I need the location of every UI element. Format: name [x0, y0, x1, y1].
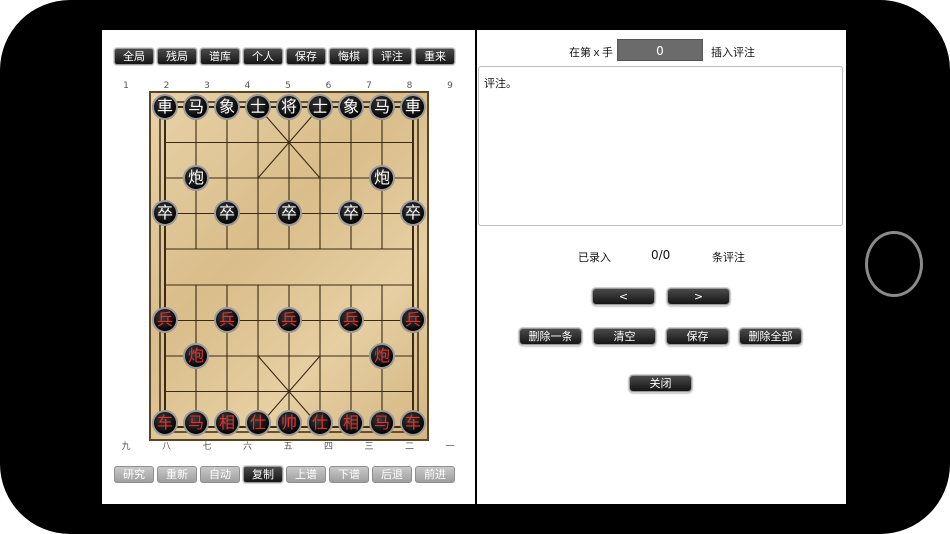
- restart-button[interactable]: 重来: [415, 48, 455, 65]
- red-elephant-piece[interactable]: 相: [338, 410, 364, 436]
- copy-button[interactable]: 复制: [243, 466, 283, 483]
- black-elephant-piece[interactable]: 象: [214, 94, 240, 120]
- red-advisor-piece[interactable]: 仕: [307, 410, 333, 436]
- red-elephant-piece[interactable]: 相: [214, 410, 240, 436]
- black-advisor-piece[interactable]: 士: [307, 94, 333, 120]
- close-button[interactable]: 关闭: [629, 375, 692, 392]
- clear-button[interactable]: 清空: [593, 328, 656, 345]
- device-frame: 全局 残局 谱库 个人 保存 悔棋 评注 重来 1 2 3 4 5 6 7 8 …: [0, 0, 950, 534]
- endgame-button[interactable]: 残局: [157, 48, 197, 65]
- red-chariot-piece[interactable]: 车: [152, 410, 178, 436]
- delete-all-button[interactable]: 删除全部: [739, 328, 802, 345]
- black-elephant-piece[interactable]: 象: [338, 94, 364, 120]
- black-soldier-piece[interactable]: 卒: [276, 200, 302, 226]
- black-soldier-piece[interactable]: 卒: [152, 200, 178, 226]
- red-soldier-piece[interactable]: 兵: [152, 307, 178, 333]
- red-cannon-piece[interactable]: 炮: [183, 343, 209, 369]
- annotate-button[interactable]: 评注: [372, 48, 412, 65]
- red-chariot-piece[interactable]: 车: [400, 410, 426, 436]
- file-label: 九: [121, 442, 131, 452]
- save-game-button[interactable]: 保存: [286, 48, 326, 65]
- study-button[interactable]: 研究: [114, 466, 154, 483]
- recorded-label: 已录入: [578, 251, 611, 264]
- file-label: 1: [123, 81, 129, 91]
- save-comment-button[interactable]: 保存: [666, 328, 729, 345]
- file-label: 六: [242, 442, 252, 452]
- insert-comment-label: 插入评注: [711, 46, 755, 59]
- bottom-toolbar: 研究 重新 自动 复制 上谱 下谱 后退 前进: [114, 466, 455, 483]
- black-horse-piece[interactable]: 马: [369, 94, 395, 120]
- file-label: 9: [447, 81, 453, 91]
- step-forward-button[interactable]: 前进: [415, 466, 455, 483]
- red-horse-piece[interactable]: 马: [369, 410, 395, 436]
- app-screen: 全局 残局 谱库 个人 保存 悔棋 评注 重来 1 2 3 4 5 6 7 8 …: [102, 30, 846, 504]
- red-soldier-piece[interactable]: 兵: [276, 307, 302, 333]
- board-grid: [159, 101, 419, 433]
- move-prefix-label: 在第ｘ手: [569, 46, 613, 59]
- red-soldier-piece[interactable]: 兵: [214, 307, 240, 333]
- file-label: 二: [404, 442, 414, 452]
- previous-comment-button[interactable]: <: [592, 288, 655, 305]
- black-chariot-piece[interactable]: 車: [400, 94, 426, 120]
- top-toolbar: 全局 残局 谱库 个人 保存 悔棋 评注 重来: [114, 48, 455, 65]
- black-soldier-piece[interactable]: 卒: [214, 200, 240, 226]
- black-soldier-piece[interactable]: 卒: [400, 200, 426, 226]
- red-cannon-piece[interactable]: 炮: [369, 343, 395, 369]
- home-button[interactable]: [865, 231, 923, 297]
- red-soldier-piece[interactable]: 兵: [400, 307, 426, 333]
- red-horse-piece[interactable]: 马: [183, 410, 209, 436]
- auto-play-button[interactable]: 自动: [200, 466, 240, 483]
- file-label: 四: [323, 442, 333, 452]
- file-label: 七: [202, 442, 212, 452]
- next-game-button[interactable]: 下谱: [329, 466, 369, 483]
- file-label: 三: [364, 442, 374, 452]
- personal-button[interactable]: 个人: [243, 48, 283, 65]
- red-general-piece[interactable]: 帅: [276, 410, 302, 436]
- black-cannon-piece[interactable]: 炮: [183, 165, 209, 191]
- red-advisor-piece[interactable]: 仕: [245, 410, 271, 436]
- red-soldier-piece[interactable]: 兵: [338, 307, 364, 333]
- black-advisor-piece[interactable]: 士: [245, 94, 271, 120]
- delete-one-button[interactable]: 删除一条: [519, 328, 582, 345]
- library-button[interactable]: 谱库: [200, 48, 240, 65]
- file-label: 五: [283, 442, 293, 452]
- previous-game-button[interactable]: 上谱: [286, 466, 326, 483]
- xiangqi-board[interactable]: 車 马 象 士 将 士 象 马 車 炮 炮 卒 卒 卒 卒 卒 兵 兵 兵 兵 …: [149, 91, 429, 441]
- move-number-field[interactable]: 0: [617, 39, 703, 61]
- file-label: 一: [445, 442, 455, 452]
- black-cannon-piece[interactable]: 炮: [369, 165, 395, 191]
- step-back-button[interactable]: 后退: [372, 466, 412, 483]
- comment-count: 0/0: [651, 248, 671, 262]
- black-general-piece[interactable]: 将: [276, 94, 302, 120]
- reset-button[interactable]: 重新: [157, 466, 197, 483]
- panel-divider: [475, 30, 477, 504]
- undo-move-button[interactable]: 悔棋: [329, 48, 369, 65]
- black-horse-piece[interactable]: 马: [183, 94, 209, 120]
- comment-count-suffix: 条评注: [712, 251, 745, 264]
- overall-button[interactable]: 全局: [114, 48, 154, 65]
- black-chariot-piece[interactable]: 車: [152, 94, 178, 120]
- file-labels-bottom: 九 八 七 六 五 四 三 二 一: [121, 441, 454, 453]
- comment-textarea[interactable]: 评注。: [478, 66, 843, 226]
- file-label: 八: [161, 442, 171, 452]
- next-comment-button[interactable]: >: [667, 288, 730, 305]
- black-soldier-piece[interactable]: 卒: [338, 200, 364, 226]
